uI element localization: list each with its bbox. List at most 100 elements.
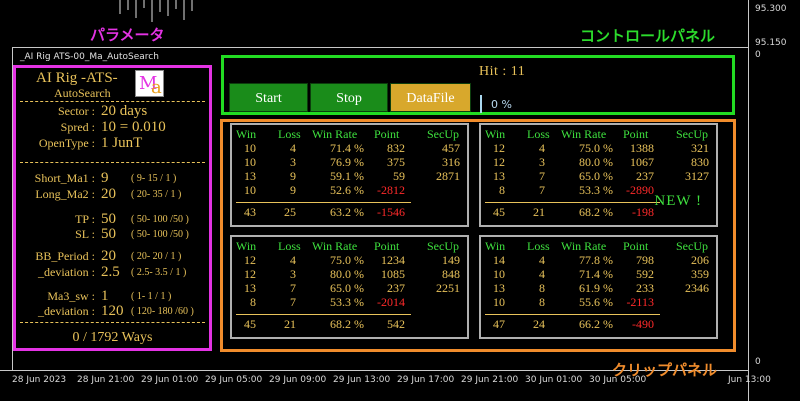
cell-point: 1085 [381, 267, 405, 281]
col-rate: Win Rate [312, 127, 358, 141]
progress-text: 0 % [491, 98, 512, 111]
param-label: BB_Period : [35, 249, 95, 263]
cell-point: 1067 [630, 155, 654, 169]
param-label: _deviation : [38, 304, 95, 318]
cell-win: 12 [244, 267, 256, 281]
cell-loss: 9 [290, 169, 296, 183]
cell-secup: 457 [442, 141, 460, 155]
result-row: 12 3 80.0 % 1067 830 [481, 155, 716, 169]
new-badge: NEW ! [654, 193, 702, 209]
time-tick: 28 Jun 2023 [12, 375, 67, 385]
control-title: コントロールパネル [580, 27, 716, 45]
app-title: AI Rig -ATS- [36, 70, 118, 86]
param-value: 10 = 0.010 [101, 119, 166, 135]
cell-win: 12 [493, 155, 505, 169]
cell-win: 12 [493, 141, 505, 155]
cell-secup: 848 [442, 267, 460, 281]
params-title: パラメータ [90, 26, 165, 44]
price-axis[interactable]: 95.300 95.150 0 0 [748, 0, 800, 401]
cell-rate: 75.0 % [330, 253, 364, 267]
cell-win: 8 [250, 295, 256, 309]
cell-loss: 3 [290, 267, 296, 281]
cell-rate: 80.0 % [330, 267, 364, 281]
total-rate: 66.2 % [579, 317, 613, 331]
result-row: 10 8 55.6 % -2113 [481, 295, 716, 309]
col-rate: Win Rate [561, 239, 607, 253]
cell-loss: 7 [290, 295, 296, 309]
param-value: 2.5 [101, 264, 120, 280]
col-loss: Loss [527, 127, 550, 141]
cell-point: -2113 [626, 295, 654, 309]
param-row-long-ma: Long_Ma2 : 20 ( 20- 35 / 1 ) [16, 186, 211, 202]
result-box[interactable]: Win Loss Win Rate Point SecUp 14 4 77.8 … [479, 235, 718, 339]
datafile-button[interactable]: DataFile [390, 83, 471, 112]
result-header: Win Loss Win Rate Point SecUp [481, 239, 716, 253]
result-row: 8 7 53.3 % -2014 [232, 295, 467, 309]
cell-loss: 4 [539, 267, 545, 281]
param-label: Short_Ma1 : [34, 171, 95, 185]
result-box[interactable]: Win Loss Win Rate Point SecUp 12 4 75.0 … [479, 123, 718, 227]
time-tick: 28 Jun 21:00 [77, 375, 135, 385]
total-win: 47 [493, 317, 505, 331]
result-row: 10 9 52.6 % -2812 [232, 183, 467, 197]
price-tick: 0 [755, 357, 761, 367]
result-row: 14 4 77.8 % 798 206 [481, 253, 716, 267]
cell-secup: 321 [691, 141, 709, 155]
total-point: -198 [632, 205, 654, 219]
total-divider [485, 202, 660, 203]
result-total: 47 24 66.2 % -490 [481, 317, 716, 331]
col-win: Win [236, 127, 257, 141]
param-label: Ma3_sw : [47, 289, 95, 303]
cell-point: -2014 [377, 295, 405, 309]
price-tick: 95.300 [755, 4, 787, 14]
cell-loss: 7 [539, 169, 545, 183]
cell-point: 1234 [381, 253, 405, 267]
divider [20, 322, 205, 323]
total-divider [485, 314, 660, 315]
stop-button[interactable]: Stop [310, 83, 388, 112]
app-subtitle: AutoSearch [54, 86, 111, 100]
price-tick: 95.150 [755, 38, 787, 48]
cell-rate: 53.3 % [330, 295, 364, 309]
total-divider [236, 314, 411, 315]
logo-icon: M a [135, 70, 164, 98]
param-value: 20 [101, 248, 116, 264]
param-label: SL : [75, 227, 95, 241]
price-tick: 0 [755, 50, 761, 60]
cell-win: 12 [244, 253, 256, 267]
cell-loss: 9 [290, 183, 296, 197]
result-row: 13 7 65.0 % 237 3127 [481, 169, 716, 183]
cell-secup: 830 [691, 155, 709, 169]
cell-win: 10 [493, 295, 505, 309]
time-tick: Jun 13:00 [728, 375, 771, 385]
cell-loss: 3 [290, 155, 296, 169]
result-box[interactable]: Win Loss Win Rate Point SecUp 12 4 75.0 … [230, 235, 469, 339]
result-row: 13 8 61.9 % 233 2346 [481, 281, 716, 295]
param-row-ma3-sw: Ma3_sw : 1 ( 1- 1 / 1 ) [16, 288, 211, 304]
param-range: ( 2.5- 3.5 / 1 ) [131, 267, 187, 278]
start-button[interactable]: Start [229, 83, 308, 112]
param-value: 20 days [101, 103, 148, 119]
col-loss: Loss [278, 239, 301, 253]
total-rate: 68.2 % [579, 205, 613, 219]
cell-rate: 80.0 % [579, 155, 613, 169]
time-tick: 29 Jun 17:00 [397, 375, 455, 385]
param-row-bb-period: BB_Period : 20 ( 20- 20 / 1 ) [16, 248, 211, 264]
cell-secup: 359 [691, 267, 709, 281]
cell-loss: 4 [539, 253, 545, 267]
parameter-panel: AI Rig -ATS- AutoSearch M a Sector : 20 … [13, 65, 212, 351]
result-row: 12 4 75.0 % 1234 149 [232, 253, 467, 267]
result-row: 10 3 76.9 % 375 316 [232, 155, 467, 169]
result-row: 10 4 71.4 % 592 359 [481, 267, 716, 281]
cell-loss: 3 [539, 155, 545, 169]
result-header: Win Loss Win Rate Point SecUp [232, 127, 467, 141]
col-secup: SecUp [427, 239, 459, 253]
cell-loss: 8 [539, 281, 545, 295]
cell-secup: 2251 [436, 281, 460, 295]
result-box[interactable]: Win Loss Win Rate Point SecUp 10 4 71.4 … [230, 123, 469, 227]
indicator-label: _AI Rig ATS-00_Ma_AutoSearch [20, 52, 159, 62]
hit-count: Hit : 11 [479, 64, 526, 79]
cell-rate: 77.8 % [579, 253, 613, 267]
cell-rate: 75.0 % [579, 141, 613, 155]
cell-rate: 65.0 % [330, 281, 364, 295]
